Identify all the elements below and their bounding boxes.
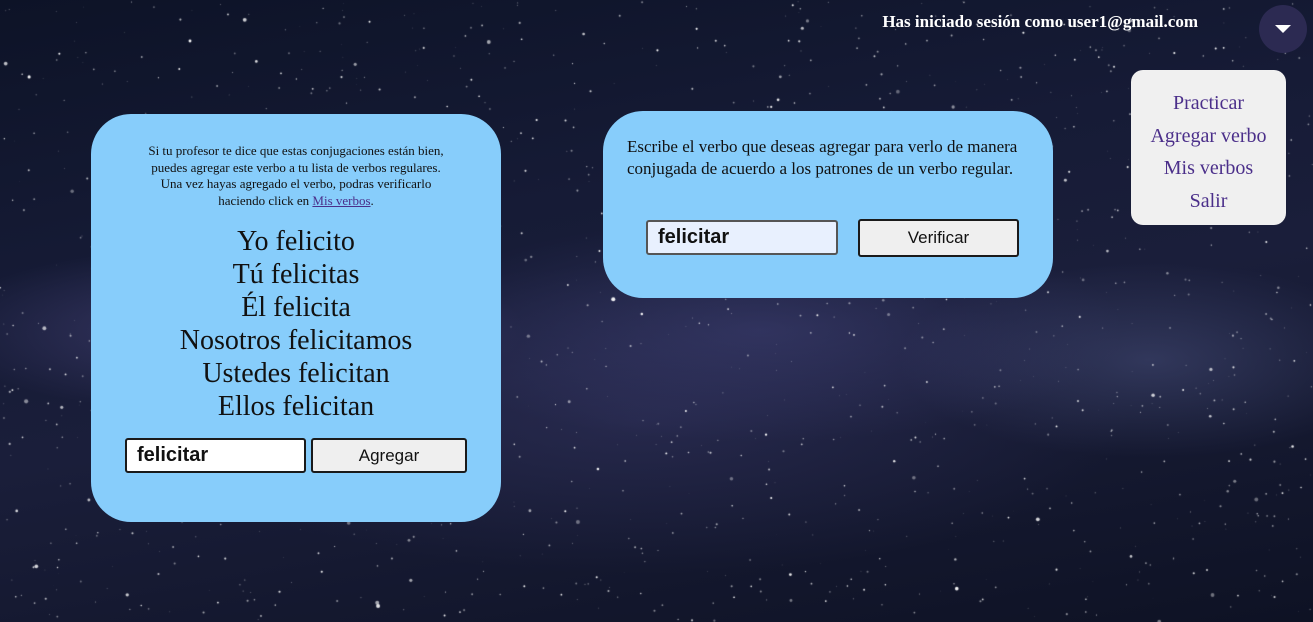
conjugation-ustedes: Ustedes felicitan <box>202 358 390 389</box>
menu-item-practicar[interactable]: Practicar <box>1131 87 1286 120</box>
menu-item-salir[interactable]: Salir <box>1131 185 1286 218</box>
verify-button[interactable]: Verificar <box>858 219 1019 257</box>
add-button[interactable]: Agregar <box>311 438 467 473</box>
instructions-end: . <box>370 192 374 208</box>
menu-item-agregar-verbo[interactable]: Agregar verbo <box>1131 120 1286 153</box>
caret-down-icon <box>1275 25 1291 33</box>
add-verb-instructions: Si tu profesor te dice que estas conjuga… <box>141 143 451 209</box>
menu-item-mis-verbos[interactable]: Mis verbos <box>1131 152 1286 185</box>
verify-verb-input[interactable] <box>646 220 838 255</box>
conjugation-el: Él felicita <box>241 292 351 323</box>
logged-in-user-text: Has iniciado sesión como user1@gmail.com <box>882 12 1198 31</box>
conjugation-yo: Yo felicito <box>237 226 355 257</box>
conjugation-tu: Tú felicitas <box>232 259 360 290</box>
verify-description: Escribe el verbo que deseas agregar para… <box>627 137 1018 178</box>
verify-verb-card: Escribe el verbo que deseas agregar para… <box>603 111 1053 298</box>
conjugation-list: Yo felicito Tú felicitas Él felicita Nos… <box>91 225 501 423</box>
conjugation-nosotros: Nosotros felicitamos <box>179 325 413 356</box>
mis-verbos-link[interactable]: Mis verbos <box>312 193 370 208</box>
conjugation-result-card: Si tu profesor te dice que estas conjuga… <box>91 114 501 522</box>
conjugation-ellos: Ellos felicitan <box>217 391 375 422</box>
menu-toggle-button[interactable] <box>1259 5 1307 53</box>
dropdown-menu: Practicar Agregar verbo Mis verbos Salir <box>1131 70 1286 225</box>
instructions-text: Si tu profesor te dice que estas conjuga… <box>148 143 444 208</box>
add-verb-input[interactable] <box>125 438 306 473</box>
